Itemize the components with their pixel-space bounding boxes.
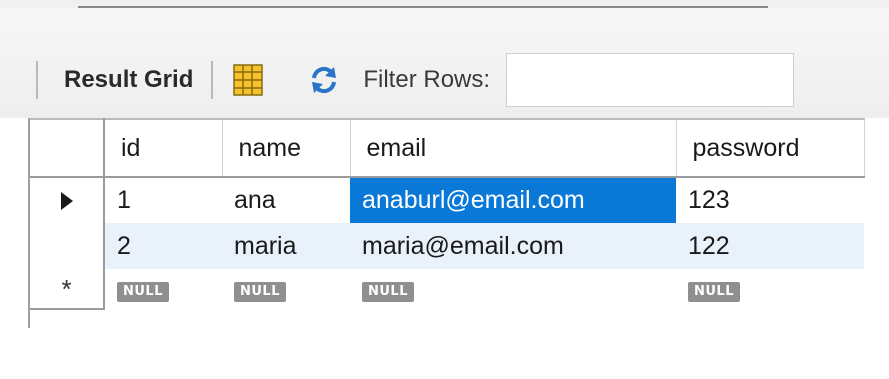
refresh-icon[interactable]: [309, 65, 339, 95]
cell-name[interactable]: maria: [222, 223, 350, 269]
row-marker[interactable]: [30, 223, 105, 269]
cell-email[interactable]: NULL: [350, 269, 676, 309]
panel-top-area: Result Grid Filter Rows:: [0, 0, 889, 118]
cell-name[interactable]: ana: [222, 177, 350, 223]
result-grid-button[interactable]: Result Grid: [64, 66, 193, 94]
cell-password[interactable]: NULL: [676, 269, 864, 309]
new-row[interactable]: * NULL NULL NULL NULL: [30, 269, 864, 310]
refresh-icon-graphic: [312, 66, 337, 94]
toolbar-separator: [36, 61, 38, 99]
cell-email-selected[interactable]: anaburl@email.com: [350, 177, 676, 223]
table-row[interactable]: 2 maria maria@email.com 122: [30, 223, 864, 269]
result-grid: id name email password 1 ana anaburl@ema…: [28, 118, 865, 328]
toolbar-separator: [211, 61, 214, 99]
column-header-name[interactable]: name: [222, 118, 351, 178]
result-table: id name email password 1 ana anaburl@ema…: [30, 118, 865, 310]
cell-email[interactable]: maria@email.com: [350, 223, 676, 269]
new-row-marker[interactable]: *: [30, 269, 105, 310]
null-badge: NULL: [688, 282, 741, 302]
filter-rows-input[interactable]: [506, 53, 795, 107]
header-row: id name email password: [30, 118, 865, 178]
filter-rows-label: Filter Rows:: [363, 66, 491, 93]
table-row[interactable]: 1 ana anaburl@email.com 123: [30, 177, 864, 223]
column-header-password[interactable]: password: [676, 118, 865, 178]
result-grid-panel: Result Grid Filter Rows: id name email p…: [0, 0, 889, 379]
current-row-arrow-icon: [60, 192, 73, 211]
cell-name[interactable]: NULL: [222, 269, 350, 309]
cell-password[interactable]: 122: [676, 223, 864, 269]
column-header-id[interactable]: id: [104, 118, 223, 178]
panel-top-rule: [78, 6, 768, 8]
cell-id[interactable]: 2: [104, 223, 222, 269]
grid-corner-cell[interactable]: [30, 118, 105, 178]
column-header-email[interactable]: email: [350, 118, 677, 178]
null-badge: NULL: [117, 282, 170, 302]
form-grid-icon[interactable]: [231, 63, 265, 97]
cell-id[interactable]: 1: [104, 177, 222, 223]
null-badge: NULL: [234, 282, 287, 302]
cell-password[interactable]: 123: [676, 177, 864, 223]
null-badge: NULL: [362, 282, 415, 302]
form-grid-icon-graphic: [233, 64, 264, 96]
cell-id[interactable]: NULL: [104, 269, 222, 309]
result-toolbar: Result Grid Filter Rows:: [0, 48, 889, 112]
row-marker[interactable]: [30, 177, 105, 223]
new-row-asterisk-icon: *: [61, 273, 72, 304]
